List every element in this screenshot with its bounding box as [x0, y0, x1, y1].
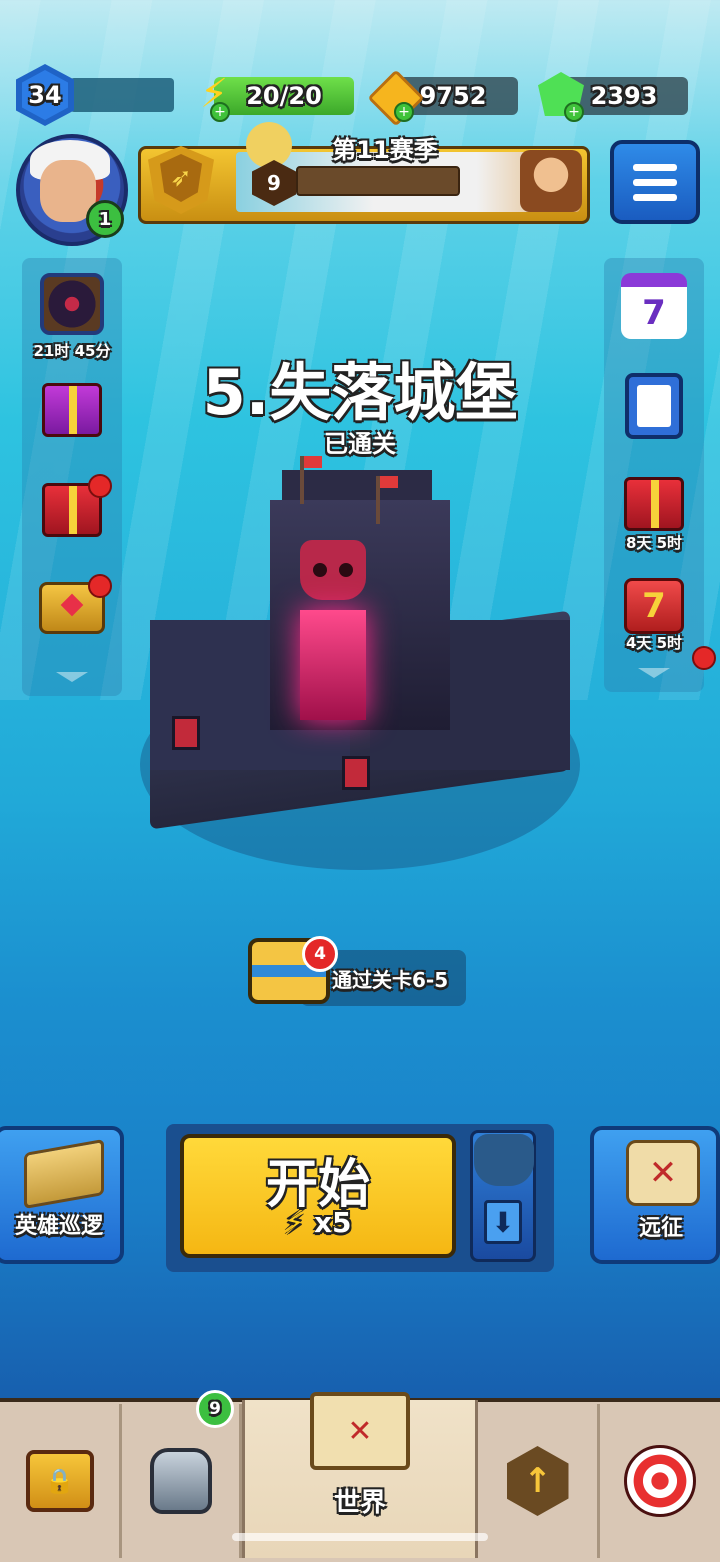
castle-window	[172, 716, 200, 750]
castle-window	[342, 756, 370, 790]
calendar-icon: 7	[621, 273, 687, 339]
menu-line	[633, 178, 677, 186]
energy-counter[interactable]: 20/20	[214, 77, 354, 115]
xp-bar	[70, 78, 174, 112]
energy-bolt-icon: ⚡	[284, 1206, 305, 1239]
stage-title: 5.失落城堡	[202, 356, 518, 429]
reward-requirement-text: 通过关卡6-5	[332, 968, 449, 992]
add-gold-icon[interactable]: +	[394, 102, 414, 122]
season-title: 第11赛季	[332, 136, 438, 164]
flag-icon	[376, 476, 380, 524]
flag-icon	[300, 456, 304, 504]
calendar-button[interactable]: 7	[614, 266, 694, 346]
gift-pack-timer: 8天 5时	[625, 534, 683, 552]
chest-icon: 🔒	[25, 1450, 94, 1512]
profile-notification-badge: 1	[86, 200, 124, 238]
expedition-label: 远征	[638, 1216, 683, 1241]
hero-patrol-label: 英雄巡逻	[14, 1214, 103, 1239]
gift-pack-icon	[624, 477, 684, 531]
season-archer-portrait	[520, 150, 582, 212]
castle-gate	[300, 610, 366, 720]
season-progress-track	[296, 166, 460, 196]
target-icon	[624, 1445, 696, 1517]
lucky-seven-icon: 7	[624, 578, 684, 634]
start-cost-value: x5	[313, 1206, 352, 1239]
nav-tab-challenges[interactable]	[600, 1404, 720, 1558]
skull-icon	[300, 540, 366, 600]
stage-status: 已通关	[324, 430, 396, 458]
lucky-seven-timer: 4天 5时	[625, 634, 683, 652]
world-map-icon: ✕	[310, 1392, 410, 1470]
home-indicator[interactable]	[232, 1533, 488, 1541]
season-hero-portrait	[246, 122, 292, 168]
portal-event-button[interactable]	[32, 264, 112, 344]
add-gems-icon[interactable]: +	[564, 102, 584, 122]
ruby-chest-notification-dot	[88, 574, 112, 598]
right-panel-notification-dot	[692, 646, 716, 670]
portal-icon	[40, 273, 104, 335]
armor-icon	[149, 1448, 212, 1514]
equipment-notification-badge: 9	[196, 1390, 234, 1428]
arrow-down-icon: ⬇	[484, 1200, 522, 1244]
treasure-map-icon: ✕	[626, 1140, 700, 1206]
red-gift-notification-dot	[88, 474, 112, 498]
nav-tab-equipment[interactable]	[122, 1404, 242, 1558]
demon-helmet-icon	[474, 1134, 534, 1186]
menu-button[interactable]	[610, 140, 700, 224]
menu-line	[633, 193, 677, 201]
right-panel-expand-icon[interactable]	[638, 668, 670, 678]
upgrade-arrow-icon: ↑	[506, 1446, 569, 1516]
start-cost: ⚡ x5	[180, 1206, 456, 1239]
nav-tab-shop[interactable]: 🔒	[0, 1404, 122, 1558]
left-panel-expand-icon[interactable]	[56, 672, 88, 682]
nav-world-label: 世界	[333, 1488, 386, 1518]
nav-tab-upgrades[interactable]: ↑	[478, 1404, 600, 1558]
menu-line	[633, 163, 677, 171]
add-energy-icon[interactable]: +	[210, 102, 230, 122]
